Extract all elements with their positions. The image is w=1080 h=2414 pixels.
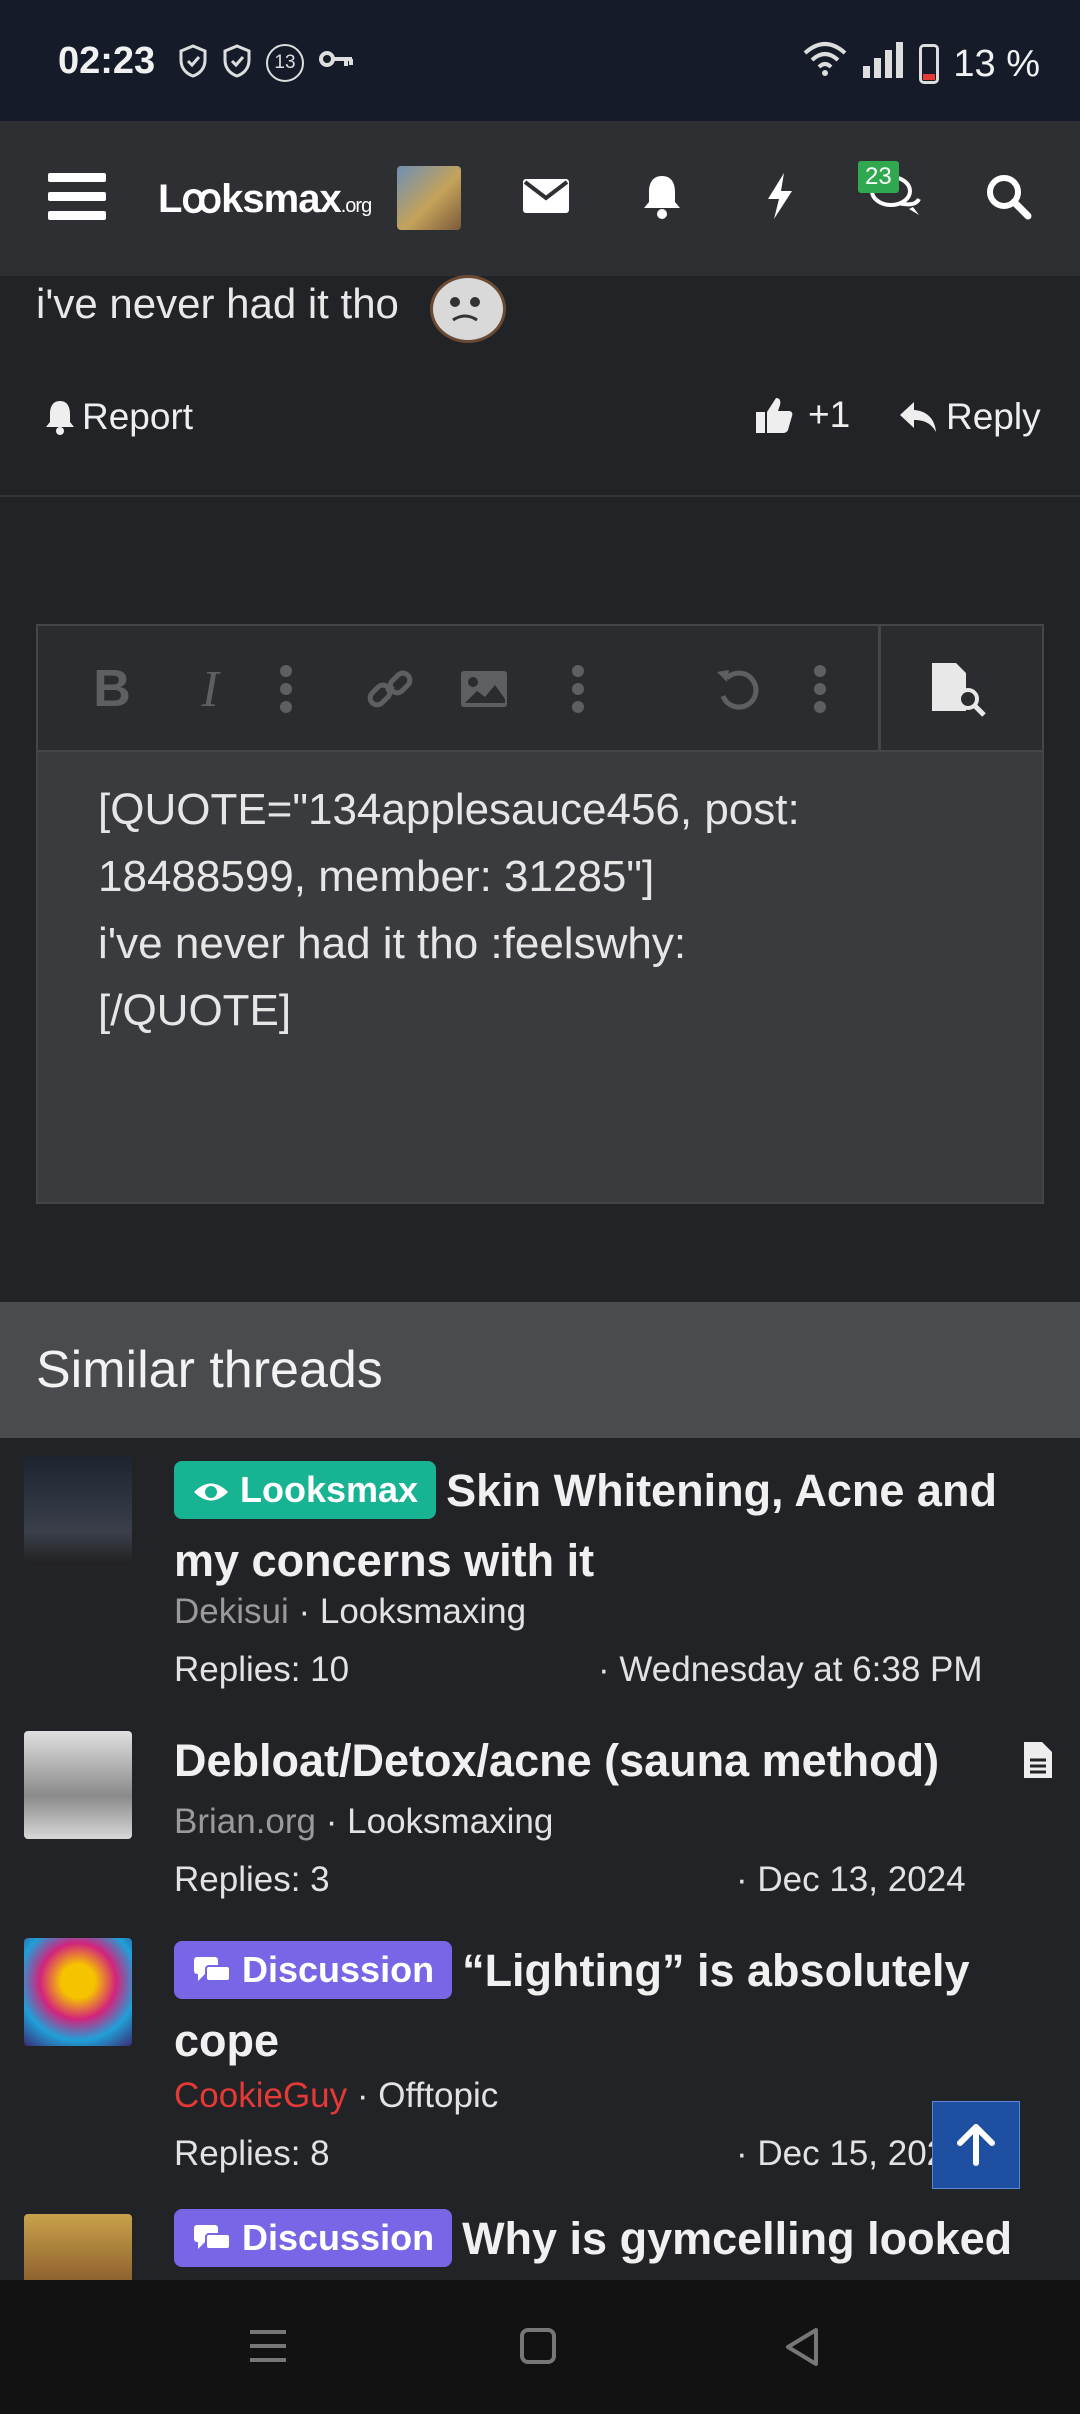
thread-date: · Wednesday at 6:38 PM (598, 1650, 983, 1689)
site-header: Lꝏksmax.org 23 (0, 121, 1080, 276)
thread-forum[interactable]: Looksmaxing (320, 1592, 526, 1631)
report-button[interactable]: Report (44, 396, 193, 438)
thread-item[interactable]: Discussion “Lighting” is absolutely cope … (0, 1918, 1080, 2178)
recents-icon[interactable] (248, 2328, 288, 2369)
shield-icon (178, 44, 208, 86)
undo-icon[interactable] (708, 654, 768, 724)
scroll-to-top-button[interactable] (932, 2101, 1020, 2189)
thread-avatar[interactable] (24, 1938, 132, 2046)
menu-icon[interactable] (48, 173, 106, 221)
chat-bubbles-icon (194, 1957, 231, 1982)
thread-title[interactable]: Why is gymcelling looked (462, 2213, 1012, 2264)
thread-title-line[interactable]: Discussion Why is gymcelling looked (174, 2204, 1034, 2274)
status-bar: 02:23 13 13 % (0, 0, 1080, 121)
thread-title-line[interactable]: Discussion “Lighting” is absolutely cope (174, 1936, 1034, 2076)
thread-avatar[interactable] (24, 1456, 132, 1564)
status-right: 13 % (803, 40, 1040, 88)
eye-icon (194, 1483, 228, 1501)
thread-date: · Dec 13, 2024 (736, 1860, 966, 1899)
more-vertical-icon[interactable] (256, 654, 316, 724)
link-icon[interactable] (360, 654, 420, 724)
document-icon (1022, 1740, 1054, 1785)
thread-item[interactable]: Discussion Why is gymcelling looked (0, 2196, 1080, 2280)
prefix-badge[interactable]: Looksmax (174, 1461, 437, 1519)
system-nav-bar (0, 2280, 1080, 2414)
thread-title[interactable]: Debloat/Detox/acne (sauna method) (174, 1735, 939, 1786)
chat-badge: 23 (858, 161, 899, 193)
prefix-badge[interactable]: Discussion (174, 2209, 453, 2267)
thread-title-line[interactable]: Looksmax Skin Whitening, Acne and my conc… (174, 1456, 1034, 1596)
notification-count-icon: 13 (266, 44, 304, 82)
post-body: i've never had it tho (36, 280, 399, 327)
battery-icon (919, 44, 940, 84)
prefix-badge[interactable]: Discussion (174, 1941, 453, 1999)
thread-forum[interactable]: Offtopic (378, 2076, 498, 2115)
site-logo[interactable]: Lꝏksmax.org (158, 176, 372, 222)
toolbar-separator (878, 626, 881, 750)
status-icons: 13 (178, 44, 356, 86)
thread-title-line[interactable]: Debloat/Detox/acne (sauna method) (174, 1726, 1034, 1796)
search-icon[interactable] (978, 161, 1038, 231)
bell-icon[interactable] (632, 161, 692, 231)
back-icon[interactable] (782, 2326, 822, 2373)
user-avatar[interactable] (397, 166, 461, 230)
like-button[interactable]: +1 (754, 394, 850, 436)
thread-item[interactable]: Debloat/Detox/acne (sauna method) Brian.… (0, 1712, 1080, 1902)
thread-avatar[interactable] (24, 1731, 132, 1839)
bold-icon[interactable]: B (82, 654, 142, 724)
more-vertical-icon[interactable] (790, 654, 850, 724)
chat-bubbles-icon (194, 2225, 231, 2250)
bell-icon (46, 401, 74, 435)
image-icon[interactable] (454, 654, 514, 724)
thread-meta: Dekisui · Looksmaxing (174, 1592, 527, 1631)
editor-textarea[interactable]: [QUOTE="134applesauce456, post: 18488599… (98, 776, 998, 1044)
thread-replies: Replies: 8 (174, 2134, 330, 2173)
thread-forum[interactable]: Looksmaxing (347, 1802, 553, 1841)
reply-button[interactable]: Reply (898, 396, 1041, 438)
prefix-label: Looksmax (240, 1469, 419, 1510)
thread-avatar[interactable] (24, 2214, 132, 2280)
similar-threads-header: Similar threads (0, 1302, 1080, 1438)
thumbs-up-icon (756, 398, 793, 433)
shield-icon (222, 44, 252, 86)
divider (0, 495, 1080, 497)
more-vertical-icon[interactable] (548, 654, 608, 724)
post-actions: Report +1 Reply (0, 390, 1080, 450)
editor-toolbar: B I (38, 626, 1042, 752)
report-label: Report (82, 396, 194, 437)
clock: 02:23 (58, 40, 156, 82)
thread-replies: Replies: 3 (174, 1860, 330, 1899)
key-icon (318, 44, 356, 86)
arrow-up-icon (957, 2124, 995, 2166)
wifi-icon (803, 41, 847, 87)
reply-label: Reply (946, 396, 1041, 437)
battery-percent: 13 % (953, 42, 1040, 85)
logo-text: Lꝏksmax (158, 177, 342, 221)
thread-item[interactable]: Looksmax Skin Whitening, Acne and my conc… (0, 1438, 1080, 1698)
logo-suffix: .org (340, 195, 372, 217)
prefix-label: Discussion (242, 2217, 435, 2258)
reply-icon (900, 402, 936, 432)
lightning-icon[interactable] (750, 161, 810, 231)
preview-icon[interactable] (928, 654, 988, 724)
feelswhy-emoji-icon (430, 275, 506, 343)
thread-author[interactable]: Dekisui (174, 1592, 289, 1631)
prefix-label: Discussion (242, 1949, 435, 1990)
like-count: +1 (808, 394, 851, 435)
thread-meta: Brian.org · Looksmaxing (174, 1802, 554, 1841)
italic-icon[interactable]: I (180, 654, 240, 724)
reply-editor: B I [QUOTE="134applesauce456, post: 1848… (36, 624, 1044, 1204)
thread-meta: CookieGuy · Offtopic (174, 2076, 499, 2115)
thread-author[interactable]: Brian.org (174, 1802, 316, 1841)
envelope-icon[interactable] (516, 161, 576, 231)
signal-icon (861, 40, 905, 88)
thread-replies: Replies: 10 (174, 1650, 350, 1689)
home-icon[interactable] (518, 2326, 558, 2371)
similar-threads-title: Similar threads (36, 1341, 383, 1399)
thread-author[interactable]: CookieGuy (174, 2076, 347, 2115)
